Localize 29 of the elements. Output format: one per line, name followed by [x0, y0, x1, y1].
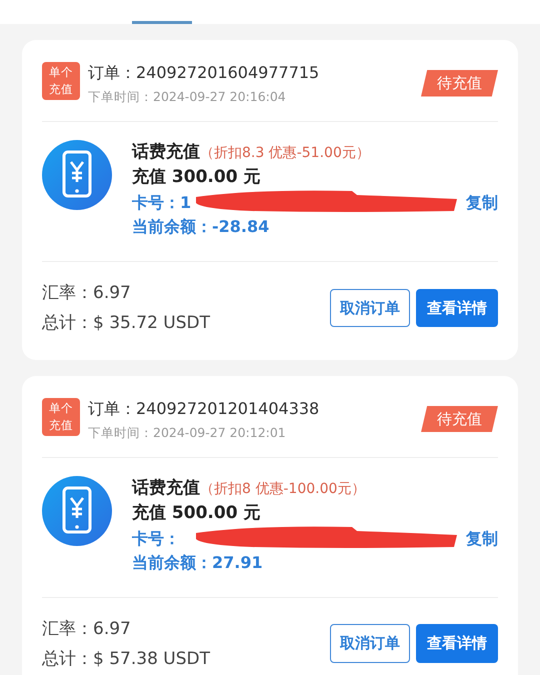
order-time: 下单时间：2024-09-27 20:12:01	[88, 424, 287, 442]
status-tag: 待充值	[421, 406, 498, 432]
card-number: 卡号：1	[132, 192, 192, 214]
exchange-rate: 汇率：6.97	[42, 282, 132, 305]
type-badge: 单个充值	[42, 398, 80, 436]
cancel-order-button[interactable]: 取消订单	[330, 288, 410, 327]
copy-link[interactable]: 复制	[466, 190, 498, 215]
product-title: 话费充值（折扣8 优惠-100.00元）	[132, 476, 366, 500]
total-amount: 总计：$ 57.38 USDT	[42, 648, 210, 670]
phone-icon	[42, 476, 112, 546]
current-balance: 当前余额：27.91	[132, 552, 264, 574]
total-amount: 总计：$ 35.72 USDT	[42, 312, 210, 335]
phone-icon	[42, 140, 112, 210]
cancel-order-button[interactable]: 取消订单	[330, 624, 410, 663]
view-details-button[interactable]: 查看详情	[416, 624, 498, 663]
order-number: 订单：240927201604977715	[88, 62, 320, 84]
copy-link[interactable]: 复制	[466, 526, 498, 550]
exchange-rate: 汇率：6.97	[42, 618, 132, 640]
order-number: 订单：240927201201404338	[88, 398, 320, 420]
product-title: 话费充值（折扣8.3 优惠-51.00元）	[132, 140, 371, 164]
current-balance: 当前余额：-28.84	[132, 216, 270, 238]
order-time: 下单时间：2024-09-27 20:16:04	[88, 88, 287, 106]
tab-indicator[interactable]	[132, 21, 192, 24]
view-details-button[interactable]: 查看详情	[416, 288, 498, 327]
recharge-amount: 充值 500.00 元	[132, 502, 262, 525]
card-number: 卡号：	[132, 528, 180, 550]
recharge-amount: 充值 300.00 元	[132, 166, 262, 190]
type-badge: 单个充值	[42, 62, 80, 100]
status-tag: 待充值	[421, 70, 498, 96]
